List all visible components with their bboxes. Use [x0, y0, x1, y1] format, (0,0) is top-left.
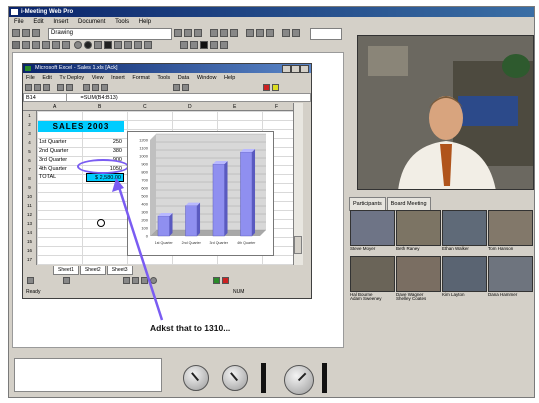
attendee-name[interactable]: Adam Sweeney	[350, 296, 382, 302]
attendee-name: Tom Hanson	[488, 246, 514, 251]
annotation-caption: Adkst that to 1310...	[150, 323, 231, 333]
attendee-video	[396, 210, 441, 246]
arrow-head	[112, 178, 124, 192]
attendee-name: Dana Hammer	[488, 292, 518, 297]
gain-dial-icon[interactable]	[284, 365, 314, 395]
attendee-video	[488, 256, 533, 292]
attendee-name: Beth Raney	[396, 246, 420, 251]
attendee-tile[interactable]: Tom Hanson	[488, 210, 533, 252]
attendee-video	[442, 210, 487, 246]
attendee-video	[442, 256, 487, 292]
attendee-tabs: Participants Board Meeting	[349, 197, 535, 211]
attendee-name: Ethan Walker	[442, 246, 469, 251]
attendee-tile[interactable]: Ethan Walker	[442, 210, 487, 252]
attendee-name: Kim Layton	[442, 292, 465, 297]
attendee-tile[interactable]: Beth Raney	[396, 210, 441, 252]
attendee-video	[396, 256, 441, 292]
attendee-grid: Steve Moyer Beth Raney Ethan Walker Tom …	[350, 210, 534, 302]
binders	[458, 96, 518, 126]
attendee-video	[350, 256, 395, 292]
attendee-tile[interactable]: Dana Hammer	[488, 256, 533, 298]
tab-board-meeting[interactable]: Board Meeting	[386, 197, 431, 211]
attendee-name[interactable]: Shelley Coates	[396, 296, 426, 302]
attendee-tile[interactable]: Dave Wagner	[396, 256, 441, 298]
arrow-shaft	[116, 183, 164, 321]
presenter-video	[357, 35, 534, 190]
presenter-image	[358, 36, 533, 189]
attendee-video	[350, 210, 395, 246]
divider-bar	[261, 363, 266, 393]
wall-frame	[368, 46, 408, 76]
plant	[502, 54, 530, 78]
attendee-name: Steve Moyer	[350, 246, 376, 251]
attendee-tile[interactable]: Hal Bourne	[350, 256, 395, 298]
chat-area[interactable]	[14, 358, 162, 392]
tab-participants[interactable]: Participants	[349, 197, 386, 211]
attendee-video	[488, 210, 533, 246]
attendee-tile[interactable]: Kim Layton	[442, 256, 487, 298]
divider-bar	[322, 363, 327, 393]
mic-dial-icon[interactable]	[222, 365, 248, 391]
attendee-tile[interactable]: Steve Moyer	[350, 210, 395, 252]
volume-dial-icon[interactable]	[183, 365, 209, 391]
